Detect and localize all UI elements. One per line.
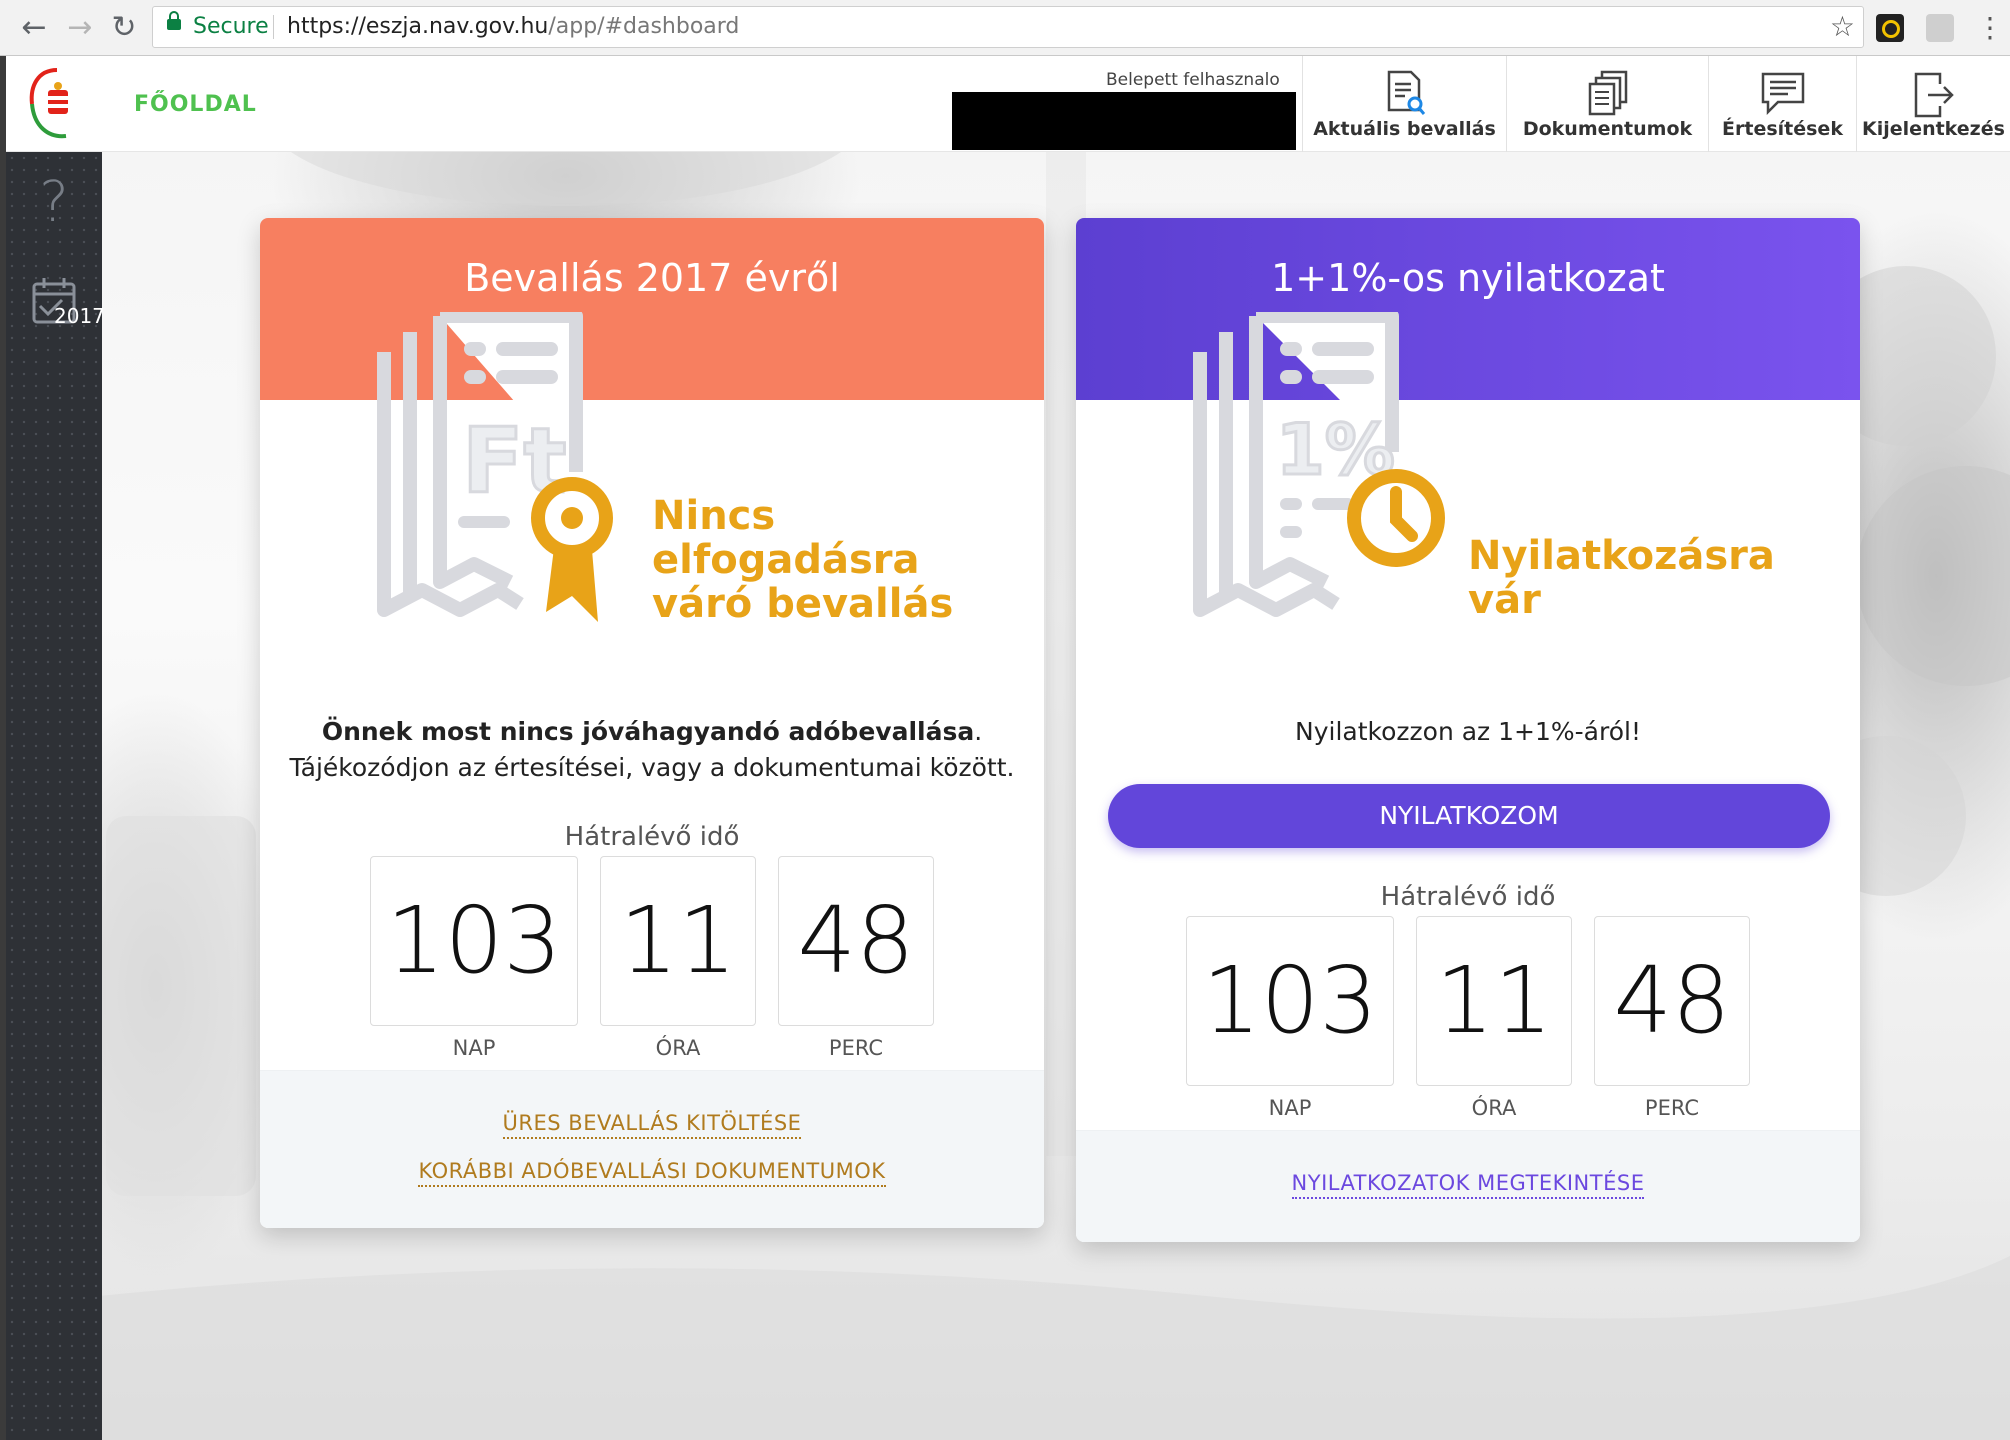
countdown-minutes-label: PERC — [828, 1036, 884, 1060]
countdown-days-label: NAP — [1268, 1096, 1312, 1120]
tax-return-message-line2: Tájékozódjon az értesítései, vagy a doku… — [289, 753, 1015, 782]
declaration-card-title: 1+1%-os nyilatkozat — [1271, 256, 1665, 300]
countdown-days-label: NAP — [452, 1036, 496, 1060]
documents-button[interactable]: Dokumentumok — [1506, 56, 1708, 152]
view-declarations-link-text[interactable]: NYILATKOZATOK MEGTEKINTÉSE — [1291, 1171, 1645, 1199]
declaration-card-footer: NYILATKOZATOK MEGTEKINTÉSE — [1076, 1130, 1860, 1242]
logout-button[interactable]: Kijelentkezés — [1856, 56, 2010, 152]
tax-return-status: Nincs elfogadásra váró bevallás — [652, 493, 954, 627]
app-header: FŐOLDAL Belepett felhasznalo Aktuális be… — [6, 56, 2010, 152]
documents-icon — [1588, 70, 1627, 116]
pdf-extension-icon[interactable] — [1926, 14, 1954, 42]
declaration-document-illustration-icon: 1% — [1193, 312, 1445, 617]
declaration-status: Nyilatkozásra vár — [1468, 533, 1775, 623]
tax-return-message-bold: Önnek most nincs jóváhagyandó adóbevallá… — [321, 717, 975, 746]
star-icon[interactable]: ☆ — [1830, 7, 1855, 47]
tax-return-card: Bevallás 2017 évről Ft Nincs elfogadásra… — [260, 218, 1044, 1228]
message-icon — [1761, 72, 1804, 116]
countdown-minutes: 48 — [778, 856, 934, 1026]
documents-label: Dokumentumok — [1522, 118, 1693, 140]
address-separator — [273, 15, 274, 39]
countdown-hours-label: ÓRA — [1471, 1096, 1517, 1120]
reload-icon[interactable]: ↻ — [104, 8, 144, 48]
logout-icon — [1914, 72, 1954, 118]
home-link[interactable]: FŐOLDAL — [134, 92, 257, 117]
countdown-hours-label: ÓRA — [655, 1036, 701, 1060]
user-name-redacted — [952, 92, 1296, 150]
logout-label: Kijelentkezés — [1862, 118, 2005, 140]
declaration-message: Nyilatkozzon az 1+1%-áról! — [1295, 717, 1641, 746]
tax-document-illustration-icon: Ft — [377, 312, 613, 622]
empty-return-link-text[interactable]: ÜRES BEVALLÁS KITÖLTÉSE — [502, 1111, 802, 1139]
tax-return-card-footer: ÜRES BEVALLÁS KITÖLTÉSE KORÁBBI ADÓBEVAL… — [260, 1070, 1044, 1228]
notifications-button[interactable]: Értesítések — [1708, 56, 1856, 152]
tax-return-message-punct: . — [974, 717, 983, 746]
arrow-right-icon[interactable]: → — [60, 8, 100, 48]
empty-return-link[interactable]: ÜRES BEVALLÁS KITÖLTÉSE — [260, 1111, 1044, 1139]
tax-return-message: Önnek most nincs jóváhagyandó adóbevallá… — [260, 714, 1044, 786]
declaration-timer-label: Hátralévő idő — [1380, 882, 1556, 912]
lock-icon — [167, 11, 181, 30]
url-text: https://eszja.nav.gov.hu/app/#dashboard — [287, 7, 739, 47]
current-return-label: Aktuális bevallás — [1313, 118, 1496, 140]
countdown-hours: 11 — [1416, 916, 1572, 1086]
browser-menu-icon[interactable]: ⋮ — [1976, 8, 2004, 48]
notifications-label: Értesítések — [1722, 118, 1843, 140]
countdown-days: 103 — [1186, 916, 1394, 1086]
declare-button[interactable]: NYILATKOZOM — [1108, 784, 1830, 848]
current-return-button[interactable]: Aktuális bevallás — [1302, 56, 1506, 152]
countdown-hours: 11 — [600, 856, 756, 1026]
browser-toolbar: ← → ↻ Secure https://eszja.nav.gov.hu/ap… — [0, 0, 2010, 56]
countdown-days: 103 — [370, 856, 578, 1026]
help-icon[interactable]: ? — [6, 170, 102, 235]
url-path: /app/#dashboard — [548, 14, 740, 39]
extension-icon[interactable] — [1876, 14, 1904, 42]
logged-in-label: Belepett felhasznalo — [1106, 70, 1280, 90]
arrow-left-icon[interactable]: ← — [14, 8, 54, 48]
previous-documents-link[interactable]: KORÁBBI ADÓBEVALLÁSI DOKUMENTUMOK — [260, 1159, 1044, 1187]
url-host: https://eszja.nav.gov.hu — [287, 14, 549, 39]
sidebar-year-label[interactable]: 2017 — [54, 304, 105, 328]
document-search-icon — [1387, 70, 1425, 115]
address-bar[interactable]: Secure https://eszja.nav.gov.hu/app/#das… — [152, 6, 1864, 48]
nav-logo-icon[interactable] — [26, 64, 88, 144]
previous-documents-link-text[interactable]: KORÁBBI ADÓBEVALLÁSI DOKUMENTUMOK — [418, 1159, 886, 1187]
tax-return-timer-label: Hátralévő idő — [564, 822, 740, 852]
secure-label: Secure — [193, 14, 269, 39]
sidebar: ? 2017 — [6, 152, 105, 1440]
tax-return-card-title: Bevallás 2017 évről — [464, 256, 840, 300]
view-declarations-link[interactable]: NYILATKOZATOK MEGTEKINTÉSE — [1076, 1171, 1860, 1199]
countdown-minutes-label: PERC — [1644, 1096, 1700, 1120]
declaration-card: 1+1%-os nyilatkozat 1% Nyilatkozásra vár… — [1076, 218, 1860, 1242]
countdown-minutes: 48 — [1594, 916, 1750, 1086]
